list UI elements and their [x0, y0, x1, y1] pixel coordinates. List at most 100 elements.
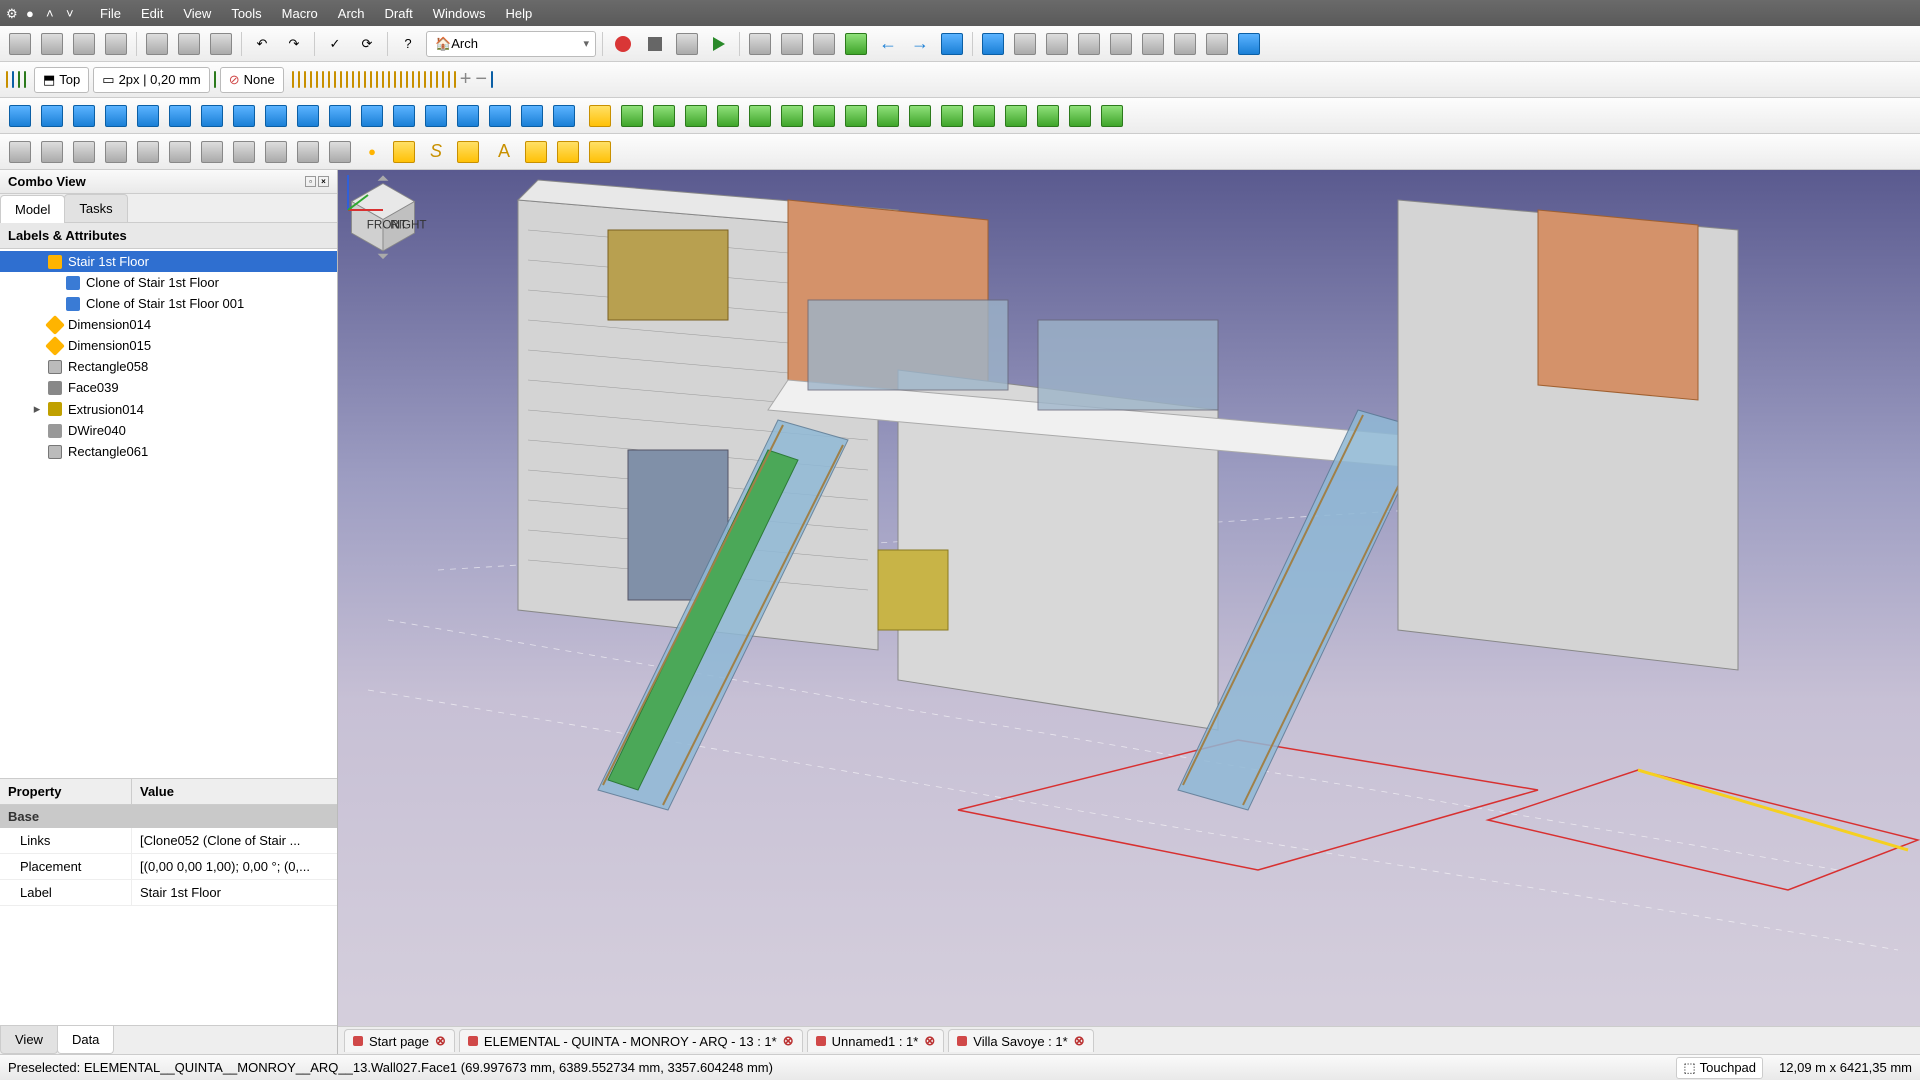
- draft-shape-0[interactable]: [6, 138, 34, 166]
- arch-tool-0[interactable]: [292, 72, 294, 87]
- whatsthis-button[interactable]: ?: [394, 30, 422, 58]
- arch-tool-22[interactable]: [424, 72, 426, 87]
- property-row[interactable]: Placement[(0,00 0,00 1,00); 0,00 °; (0,.…: [0, 854, 337, 880]
- tree-item[interactable]: ▸Extrusion014: [0, 398, 337, 420]
- arch-tool-18[interactable]: [400, 72, 402, 87]
- draft-mod-11[interactable]: [358, 102, 386, 130]
- draft-mod-2[interactable]: [70, 102, 98, 130]
- snap-13[interactable]: [1034, 102, 1062, 130]
- arch-tool-4[interactable]: [316, 72, 318, 87]
- tab-model[interactable]: Model: [0, 195, 65, 223]
- snap-6[interactable]: [810, 102, 838, 130]
- arch-tool-26[interactable]: [448, 72, 450, 87]
- snap-12[interactable]: [1002, 102, 1030, 130]
- draft-mod-0[interactable]: [6, 102, 34, 130]
- arch-tool-19[interactable]: [406, 72, 408, 87]
- fill-style-selector[interactable]: ⊘None: [220, 67, 284, 93]
- view-right-button[interactable]: [1107, 30, 1135, 58]
- arch-add-button[interactable]: +: [460, 68, 472, 91]
- draft-point-button[interactable]: ●: [358, 138, 386, 166]
- arch-import-button[interactable]: [24, 72, 26, 87]
- copy-button[interactable]: [175, 30, 203, 58]
- arch-tool-15[interactable]: [382, 72, 384, 87]
- arch-tool-14[interactable]: [376, 72, 378, 87]
- snap-11[interactable]: [970, 102, 998, 130]
- new-button[interactable]: [6, 30, 34, 58]
- draft-string-button[interactable]: S: [422, 138, 450, 166]
- arch-remove-button[interactable]: −: [475, 68, 487, 91]
- tree-item[interactable]: DWire040: [0, 420, 337, 441]
- nav-fwd-button[interactable]: →: [906, 30, 934, 58]
- drawstyle-button[interactable]: [810, 30, 838, 58]
- snap-9[interactable]: [906, 102, 934, 130]
- lock-button[interactable]: [586, 102, 614, 130]
- draft-box-button[interactable]: [390, 138, 418, 166]
- tree-item[interactable]: Dimension014: [0, 314, 337, 335]
- draft-mod-17[interactable]: [550, 102, 578, 130]
- view-bottom-button[interactable]: [1171, 30, 1199, 58]
- view-front-button[interactable]: [1043, 30, 1071, 58]
- undo-button[interactable]: ↶: [248, 30, 276, 58]
- tab-view[interactable]: View: [0, 1026, 58, 1054]
- view-top-button[interactable]: [1075, 30, 1103, 58]
- arch-tool-6[interactable]: [328, 72, 330, 87]
- document-tab[interactable]: Unnamed1 : 1*⊗: [807, 1029, 945, 1052]
- arch-part-button[interactable]: [6, 72, 8, 87]
- snap-7[interactable]: [842, 102, 870, 130]
- snap-5[interactable]: [778, 102, 806, 130]
- arch-tool-1[interactable]: [298, 72, 300, 87]
- draft-shape-6[interactable]: [198, 138, 226, 166]
- tree-item[interactable]: Clone of Stair 1st Floor: [0, 272, 337, 293]
- zoom-button[interactable]: [979, 30, 1007, 58]
- arch-folder-button[interactable]: [12, 72, 14, 87]
- macro-play-button[interactable]: [705, 30, 733, 58]
- tree-item[interactable]: Clone of Stair 1st Floor 001: [0, 293, 337, 314]
- snap-0[interactable]: [618, 102, 646, 130]
- open-button[interactable]: [38, 30, 66, 58]
- snap-8[interactable]: [874, 102, 902, 130]
- snap-3[interactable]: [714, 102, 742, 130]
- print-button[interactable]: [102, 30, 130, 58]
- draft-mod-16[interactable]: [518, 102, 546, 130]
- draft-mod-8[interactable]: [262, 102, 290, 130]
- snap-2[interactable]: [682, 102, 710, 130]
- part-link-button[interactable]: [938, 30, 966, 58]
- menu-edit[interactable]: Edit: [131, 2, 173, 25]
- draft-shape-9[interactable]: [294, 138, 322, 166]
- arch-tool-7[interactable]: [334, 72, 336, 87]
- macro-stop-button[interactable]: [641, 30, 669, 58]
- document-tab[interactable]: Villa Savoye : 1*⊗: [948, 1029, 1093, 1052]
- arch-tool-21[interactable]: [418, 72, 420, 87]
- arch-tool-13[interactable]: [370, 72, 372, 87]
- arch-tool-16[interactable]: [388, 72, 390, 87]
- draft-mod-4[interactable]: [134, 102, 162, 130]
- arch-tool-24[interactable]: [436, 72, 438, 87]
- tab-tasks[interactable]: Tasks: [64, 194, 127, 222]
- arch-tool-5[interactable]: [322, 72, 324, 87]
- tree-item[interactable]: Dimension015: [0, 335, 337, 356]
- snap-10[interactable]: [938, 102, 966, 130]
- nav-back-button[interactable]: ←: [874, 30, 902, 58]
- arch-tool-8[interactable]: [340, 72, 342, 87]
- draft-shape-10[interactable]: [326, 138, 354, 166]
- panel-close-button[interactable]: ×: [318, 176, 329, 187]
- workbench-selector[interactable]: 🏠 Arch: [426, 31, 596, 57]
- arch-tool-23[interactable]: [430, 72, 432, 87]
- draft-mod-13[interactable]: [422, 102, 450, 130]
- draft-shape-2[interactable]: [70, 138, 98, 166]
- tab-data[interactable]: Data: [57, 1026, 114, 1054]
- tree-item[interactable]: Stair 1st Floor: [0, 251, 337, 272]
- arch-tool-12[interactable]: [364, 72, 366, 87]
- macro-record-button[interactable]: [609, 30, 637, 58]
- panel-float-button[interactable]: ▫: [305, 176, 316, 187]
- snap-15[interactable]: [1098, 102, 1126, 130]
- close-icon[interactable]: ⊗: [924, 1033, 935, 1049]
- draft-mod-12[interactable]: [390, 102, 418, 130]
- menu-file[interactable]: File: [90, 2, 131, 25]
- nav-mode-selector[interactable]: ⬚ Touchpad: [1676, 1057, 1763, 1079]
- save-button[interactable]: [70, 30, 98, 58]
- menu-tools[interactable]: Tools: [221, 2, 271, 25]
- draft-dim-button[interactable]: [522, 138, 550, 166]
- arch-tool-25[interactable]: [442, 72, 444, 87]
- menu-view[interactable]: View: [173, 2, 221, 25]
